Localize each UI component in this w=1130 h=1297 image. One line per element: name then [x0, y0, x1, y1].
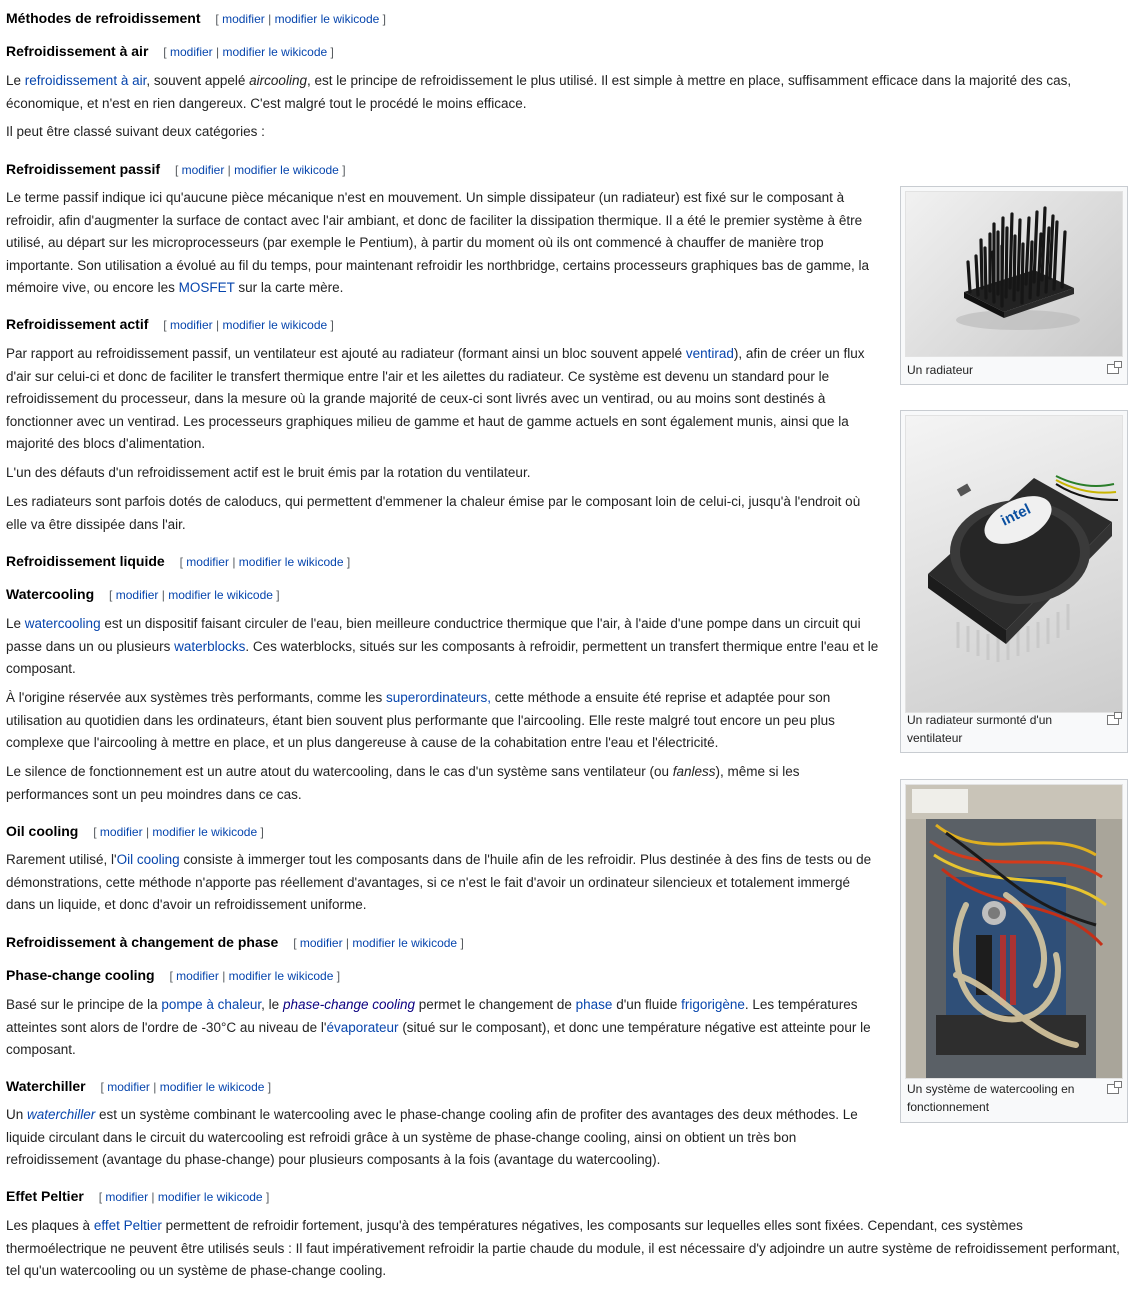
- paragraph: Rarement utilisé, l'Oil cooling consiste…: [6, 852, 872, 912]
- edit-links: [ modifier | modifier le wikicode ]: [98, 1190, 270, 1204]
- modify-link[interactable]: modifier: [182, 163, 225, 177]
- heatsink-illustration: [956, 206, 1080, 330]
- link-phase[interactable]: phase: [576, 997, 613, 1012]
- link-waterchiller[interactable]: waterchiller: [27, 1107, 95, 1122]
- modify-link[interactable]: modifier: [105, 1190, 148, 1204]
- paragraph: Le silence de fonctionnement est un autr…: [6, 764, 800, 802]
- paragraph: Le watercooling est un dispositif faisan…: [6, 616, 879, 676]
- fan-heatsink-illustration: intel: [928, 475, 1119, 662]
- link-watercooling[interactable]: watercooling: [25, 616, 101, 631]
- section-heading-passif: Refroidissement passif [ modifier | modi…: [6, 159, 881, 180]
- paragraph: Les radiateurs sont parfois dotés de cal…: [6, 494, 861, 532]
- section-title: Waterchiller: [6, 1078, 86, 1094]
- link-evaporateur[interactable]: évaporateur: [327, 1020, 399, 1035]
- link-pompe-a-chaleur[interactable]: pompe à chaleur: [161, 997, 261, 1012]
- modify-wikicode-link[interactable]: modifier le wikicode: [222, 318, 327, 332]
- edit-links: [ modifier | modifier le wikicode ]: [163, 45, 334, 59]
- modify-wikicode-link[interactable]: modifier le wikicode: [275, 12, 380, 26]
- link-frigorigene[interactable]: frigorigène: [681, 997, 745, 1012]
- modify-wikicode-link[interactable]: modifier le wikicode: [158, 1190, 263, 1204]
- link-superordinateurs[interactable]: superordinateurs,: [386, 690, 491, 705]
- paragraph: Un waterchiller est un système combinant…: [6, 1107, 858, 1167]
- modify-wikicode-link[interactable]: modifier le wikicode: [239, 555, 344, 569]
- figure-caption: Un radiateur surmonté d'un ventilateur: [907, 713, 1053, 745]
- section-heading-waterchiller: Waterchiller [ modifier | modifier le wi…: [6, 1076, 881, 1097]
- edit-links: [ modifier | modifier le wikicode ]: [93, 825, 264, 839]
- paragraph: Par rapport au refroidissement passif, u…: [6, 346, 865, 451]
- link-effet-peltier[interactable]: effet Peltier: [94, 1218, 162, 1233]
- section-heading-actif: Refroidissement actif [ modifier | modif…: [6, 314, 881, 335]
- modify-wikicode-link[interactable]: modifier le wikicode: [352, 936, 457, 950]
- paragraph: Il peut être classé suivant deux catégor…: [6, 124, 265, 139]
- modify-wikicode-link[interactable]: modifier le wikicode: [229, 969, 334, 983]
- modify-wikicode-link[interactable]: modifier le wikicode: [152, 825, 257, 839]
- paragraph: Basé sur le principe de la pompe à chale…: [6, 997, 871, 1057]
- modify-wikicode-link[interactable]: modifier le wikicode: [234, 163, 339, 177]
- thumbnail-ventirad: intel Un radiateur surmonté d'un ventila…: [900, 410, 1128, 753]
- fan-heatsink-image[interactable]: intel: [905, 415, 1123, 713]
- section-title: Watercooling: [6, 586, 95, 602]
- edit-links: [ modifier | modifier le wikicode ]: [163, 318, 334, 332]
- edit-links: [ modifier | modifier le wikicode ]: [109, 588, 280, 602]
- paragraph: À l'origine réservée aux systèmes très p…: [6, 690, 835, 750]
- modify-link[interactable]: modifier: [176, 969, 219, 983]
- thumbnail-radiateur: Un radiateur: [900, 186, 1128, 385]
- enlarge-icon[interactable]: [1107, 1081, 1122, 1094]
- modify-wikicode-link[interactable]: modifier le wikicode: [222, 45, 327, 59]
- edit-links: [ modifier | modifier le wikicode ]: [179, 555, 351, 569]
- modify-wikicode-link[interactable]: modifier le wikicode: [168, 588, 273, 602]
- modify-link[interactable]: modifier: [222, 12, 265, 26]
- figure-caption: Un système de watercooling en fonctionne…: [907, 1082, 1075, 1114]
- paragraph: Les plaques à effet Peltier permettent d…: [6, 1218, 1120, 1278]
- enlarge-icon[interactable]: [1107, 712, 1122, 725]
- section-heading-phase: Refroidissement à changement de phase [ …: [6, 932, 881, 953]
- section-title: Effet Peltier: [6, 1188, 84, 1204]
- section-heading-air: Refroidissement à air [ modifier | modif…: [6, 41, 1126, 62]
- section-title: Refroidissement passif: [6, 161, 161, 177]
- thumbnail-watercooling: Un système de watercooling en fonctionne…: [900, 779, 1128, 1123]
- section-heading-watercooling: Watercooling [ modifier | modifier le wi…: [6, 584, 881, 605]
- section-title: Oil cooling: [6, 823, 79, 839]
- link-ventirad[interactable]: ventirad: [686, 346, 734, 361]
- edit-links: [ modifier | modifier le wikicode ]: [100, 1080, 272, 1094]
- enlarge-icon[interactable]: [1107, 361, 1122, 374]
- link-phase-change-cooling[interactable]: phase-change cooling: [283, 997, 415, 1012]
- section-title: Refroidissement à changement de phase: [6, 934, 279, 950]
- figure-caption: Un radiateur: [907, 363, 974, 377]
- watercooling-illustration: [906, 785, 1122, 1078]
- modify-link[interactable]: modifier: [300, 936, 343, 950]
- modify-link[interactable]: modifier: [170, 45, 213, 59]
- section-heading-oil-cooling: Oil cooling [ modifier | modifier le wik…: [6, 821, 881, 842]
- section-heading-methodes: Méthodes de refroidissement [ modifier |…: [6, 8, 1126, 29]
- edit-links: [ modifier | modifier le wikicode ]: [293, 936, 464, 950]
- section-heading-effet-peltier: Effet Peltier [ modifier | modifier le w…: [6, 1186, 1126, 1207]
- modify-link[interactable]: modifier: [116, 588, 159, 602]
- modify-link[interactable]: modifier: [107, 1080, 150, 1094]
- article-body: Méthodes de refroidissement [ modifier |…: [0, 0, 1130, 1297]
- link-refroidissement-a-air[interactable]: refroidissement à air: [25, 73, 147, 88]
- section-title: Refroidissement liquide: [6, 553, 165, 569]
- paragraph: Le terme passif indique ici qu'aucune pi…: [6, 190, 869, 295]
- modify-link[interactable]: modifier: [186, 555, 229, 569]
- section-heading-liquide: Refroidissement liquide [ modifier | mod…: [6, 551, 881, 572]
- link-mosfet[interactable]: MOSFET: [179, 280, 235, 295]
- edit-links: [ modifier | modifier le wikicode ]: [174, 163, 346, 177]
- heatsink-image[interactable]: [905, 191, 1123, 357]
- paragraph: Le refroidissement à air, souvent appelé…: [6, 73, 1072, 111]
- section-heading-phase-change-cooling: Phase-change cooling [ modifier | modifi…: [6, 965, 881, 986]
- section-title: Phase-change cooling: [6, 967, 155, 983]
- edit-links: [ modifier | modifier le wikicode ]: [169, 969, 341, 983]
- modify-wikicode-link[interactable]: modifier le wikicode: [160, 1080, 265, 1094]
- watercooling-image[interactable]: [905, 784, 1123, 1079]
- link-waterblocks[interactable]: waterblocks: [174, 639, 245, 654]
- edit-links: [ modifier | modifier le wikicode ]: [215, 12, 386, 26]
- section-title: Méthodes de refroidissement: [6, 10, 201, 26]
- section-title: Refroidissement à air: [6, 43, 149, 59]
- section-title: Refroidissement actif: [6, 316, 149, 332]
- link-oil-cooling[interactable]: Oil cooling: [117, 852, 180, 867]
- modify-link[interactable]: modifier: [170, 318, 213, 332]
- paragraph: L'un des défauts d'un refroidissement ac…: [6, 465, 531, 480]
- modify-link[interactable]: modifier: [100, 825, 143, 839]
